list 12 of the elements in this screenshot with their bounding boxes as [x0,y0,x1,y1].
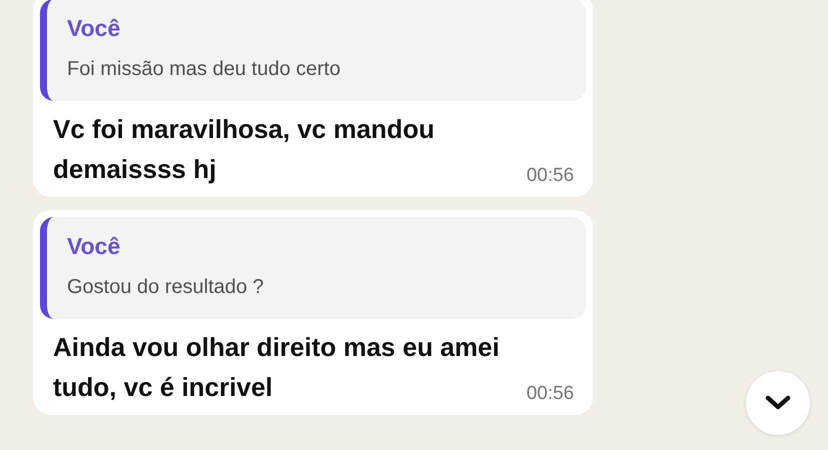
quoted-text: Foi missão mas deu tudo certo [67,57,342,81]
message-time: 00:56 [526,165,574,188]
message-text: Ainda vou olhar direito mas eu amei tudo, vc é incrivel [53,331,500,404]
quote-author: Você [67,233,122,259]
chevron-down-icon [765,395,791,411]
scroll-down-button[interactable] [746,371,810,435]
message-time: 00:56 [526,383,574,406]
message-text: Vc foi maravilhosa, vc mandou demaissss hj [53,113,436,186]
quoted-reply[interactable]: Você Foi missão mas deu tudo certo [40,0,586,101]
quoted-text: Gostou do resultado ? [67,275,265,299]
quote-author: Você [67,15,122,41]
quoted-reply[interactable]: Você Gostou do resultado ? [40,217,586,319]
